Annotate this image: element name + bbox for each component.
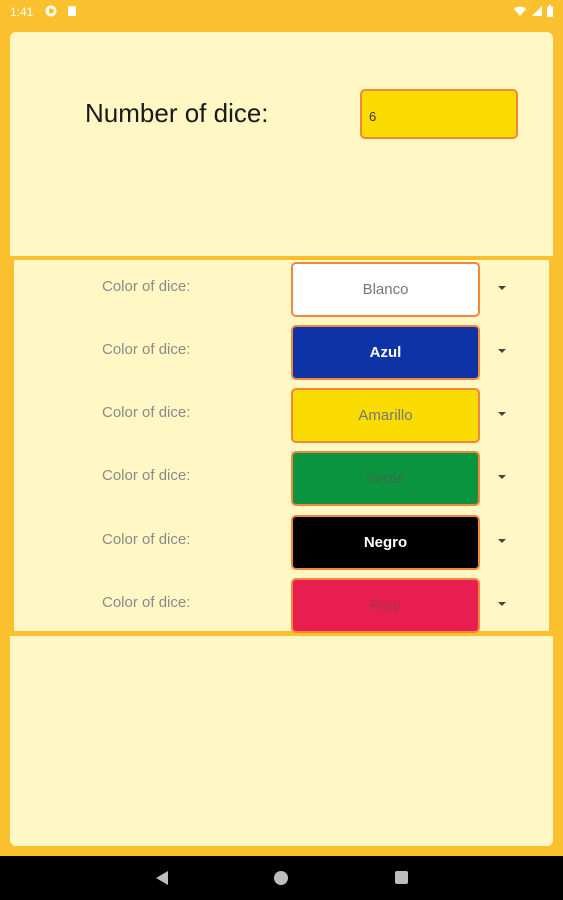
navigation-bar: [0, 856, 563, 900]
dice-color-row: Color of dice: Rojo: [0, 578, 563, 634]
back-icon[interactable]: [156, 871, 168, 885]
dropdown-arrow-icon[interactable]: [498, 349, 506, 353]
dice-color-label: Color of dice:: [102, 467, 191, 484]
dice-color-label: Color of dice:: [102, 404, 191, 421]
number-of-dice-label: Number of dice:: [85, 98, 269, 128]
number-of-dice-input[interactable]: 6: [360, 89, 518, 139]
wifi-icon: [514, 6, 526, 16]
dice-color-row: Color of dice: Blanco: [0, 262, 563, 318]
dice-color-label: Color of dice:: [102, 278, 191, 295]
number-of-dice-panel: [10, 32, 553, 256]
dice-color-row: Color of dice: Amarillo: [0, 388, 563, 444]
dropdown-arrow-icon[interactable]: [498, 286, 506, 290]
dice-color-select-5[interactable]: Negro: [291, 515, 480, 570]
dice-color-label: Color of dice:: [102, 594, 191, 611]
dropdown-arrow-icon[interactable]: [498, 539, 506, 543]
dropdown-arrow-icon[interactable]: [498, 412, 506, 416]
signal-icon: [532, 6, 542, 16]
dice-color-select-4[interactable]: Verde: [291, 451, 480, 506]
dropdown-arrow-icon[interactable]: [498, 475, 506, 479]
dice-color-select-6[interactable]: Rojo: [291, 578, 480, 633]
recents-icon[interactable]: [395, 871, 408, 884]
sd-card-icon: [68, 6, 76, 16]
dice-color-select-2[interactable]: Azul: [291, 325, 480, 380]
status-bar: 1:41: [0, 0, 563, 24]
notification-app-icon: [45, 5, 57, 17]
dice-color-label: Color of dice:: [102, 341, 191, 358]
home-icon[interactable]: [274, 871, 288, 885]
dice-color-row: Color of dice: Negro: [0, 515, 563, 571]
dropdown-arrow-icon[interactable]: [498, 602, 506, 606]
dice-color-label: Color of dice:: [102, 531, 191, 548]
battery-icon: [547, 5, 553, 17]
empty-panel: [10, 636, 553, 846]
dice-color-select-1[interactable]: Blanco: [291, 262, 480, 317]
dice-color-row: Color of dice: Verde: [0, 451, 563, 507]
dice-color-select-3[interactable]: Amarillo: [291, 388, 480, 443]
dice-color-row: Color of dice: Azul: [0, 325, 563, 381]
status-time: 1:41: [10, 5, 34, 19]
